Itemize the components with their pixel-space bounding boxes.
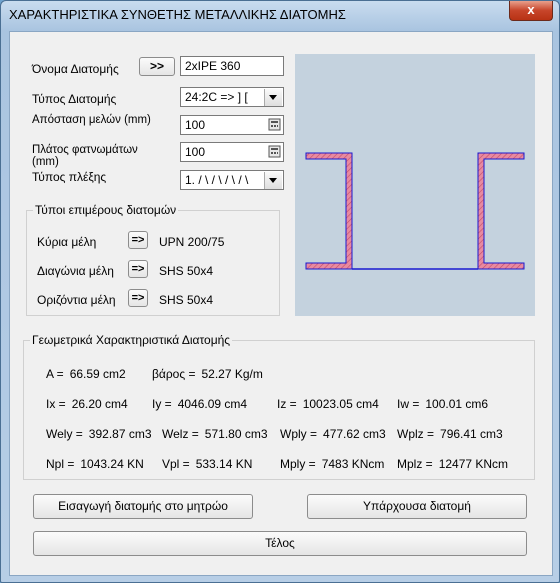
Npl-value: 1043.24 KN (80, 457, 144, 471)
panel-width-label: Πλάτος φατνωμάτων (mm) (32, 144, 138, 168)
main-members-label: Κύρια μέλη (37, 235, 97, 249)
Wply-label: Wply = (280, 427, 318, 441)
Wplz-label: Wplz = (397, 427, 435, 441)
member-distance-label: Απόσταση μελών (mm) (32, 114, 151, 126)
dialog-window: ΧΑΡΑΚΤΗΡΙΣΤΙΚΑ ΣΥΝΘΕΤΗΣ ΜΕΤΑΛΛΙΚΗΣ ΔΙΑΤΟ… (0, 0, 560, 583)
insert-section-button[interactable]: Εισαγωγή διατομής στο μητρώο (33, 494, 253, 519)
member-types-group: Τύποι επιμέρους διατομών Κύρια μέλη => U… (26, 203, 280, 316)
Ix-label: Ix = (46, 397, 66, 411)
Wely-label: Wely = (46, 427, 83, 441)
section-name-input[interactable]: 2xIPE 360 (180, 56, 284, 76)
section-preview (295, 54, 535, 316)
Wplz-value: 796.41 cm3 (440, 427, 503, 441)
Iz-label: Iz = (277, 397, 297, 411)
calculator-icon[interactable] (268, 145, 281, 158)
chevron-down-icon[interactable] (264, 172, 282, 189)
Iy-label: Iy = (152, 397, 172, 411)
panel-width-value: 100 (185, 145, 206, 159)
panel-width-input[interactable]: 100 (180, 142, 284, 162)
Mply-label: Mply = (280, 457, 316, 471)
right-channel-shape (477, 152, 525, 270)
member-distance-value: 100 (185, 118, 206, 132)
member-types-title: Τύποι επιμέρους διατομών (33, 203, 179, 217)
Vpl-label: Vpl = (162, 457, 190, 471)
weight-label: βάρος = (152, 367, 196, 381)
lacing-type-select[interactable]: 1. / \ / \ / \ / \ (180, 170, 284, 190)
close-button[interactable]: x (509, 1, 553, 21)
Mplz-label: Mplz = (397, 457, 433, 471)
section-type-label: Τύπος Διατομής (32, 92, 117, 106)
section-name-label: Όνομα Διατομής (32, 62, 119, 76)
diagonal-members-value: SHS 50x4 (159, 264, 214, 278)
lacing-type-label: Τύπος πλέξης (32, 170, 107, 184)
Iy-value: 4046.09 cm4 (177, 397, 248, 411)
window-title: ΧΑΡΑΚΤΗΡΙΣΤΙΚΑ ΣΥΝΘΕΤΗΣ ΜΕΤΑΛΛΙΚΗΣ ΔΙΑΤΟ… (9, 7, 346, 22)
Ix-value: 26.20 cm4 (71, 397, 128, 411)
chevron-down-icon[interactable] (264, 89, 282, 106)
geometry-group: Γεωμετρικά Χαρακτηριστικά Διατομής A = 66… (23, 333, 535, 480)
existing-section-button[interactable]: Υπάρχουσα διατομή (307, 494, 527, 519)
close-icon: x (527, 2, 535, 17)
Iw-value: 100.01 cm6 (425, 397, 489, 411)
horizontal-members-select-button[interactable]: => (128, 289, 148, 307)
weight-value: 52.27 Kg/m (201, 367, 263, 381)
diagonal-members-label: Διαγώνια μέλη (37, 264, 114, 278)
left-channel-shape (305, 152, 353, 270)
Welz-value: 571.80 cm3 (204, 427, 268, 441)
Wply-value: 477.62 cm3 (323, 427, 386, 441)
Wely-value: 392.87 cm3 (88, 427, 152, 441)
section-type-select[interactable]: 24:2C => ] [ (180, 87, 284, 107)
A-value: 66.59 cm2 (69, 367, 126, 381)
Iz-value: 10023.05 cm4 (302, 397, 379, 411)
A-label: A = (46, 367, 64, 381)
dialog-client-area: Όνομα Διατομής >> 2xIPE 360 Τύπος Διατομ… (9, 31, 553, 576)
end-button[interactable]: Τέλος (33, 531, 527, 556)
browse-sections-button[interactable]: >> (139, 57, 175, 76)
Mplz-value: 12477 KNcm (438, 457, 509, 471)
section-type-value: 24:2C => ] [ (185, 90, 248, 104)
main-members-select-button[interactable]: => (128, 231, 148, 249)
horizontal-members-label: Οριζόντια μέλη (37, 293, 116, 307)
diagonal-members-select-button[interactable]: => (128, 260, 148, 278)
Iw-label: Iw = (397, 397, 420, 411)
Npl-label: Npl = (46, 457, 75, 471)
Mply-value: 7483 KNcm (321, 457, 385, 471)
geometry-title: Γεωμετρικά Χαρακτηριστικά Διατομής (30, 333, 233, 347)
title-bar[interactable]: ΧΑΡΑΚΤΗΡΙΣΤΙΚΑ ΣΥΝΘΕΤΗΣ ΜΕΤΑΛΛΙΚΗΣ ΔΙΑΤΟ… (1, 1, 559, 29)
horizontal-members-value: SHS 50x4 (159, 293, 214, 307)
member-distance-input[interactable]: 100 (180, 115, 284, 135)
section-drawing (305, 152, 525, 270)
Vpl-value: 533.14 KN (195, 457, 253, 471)
Welz-label: Welz = (162, 427, 199, 441)
main-members-value: UPN 200/75 (159, 235, 225, 249)
calculator-icon[interactable] (268, 118, 281, 131)
lacing-type-value: 1. / \ / \ / \ / \ (185, 173, 249, 187)
